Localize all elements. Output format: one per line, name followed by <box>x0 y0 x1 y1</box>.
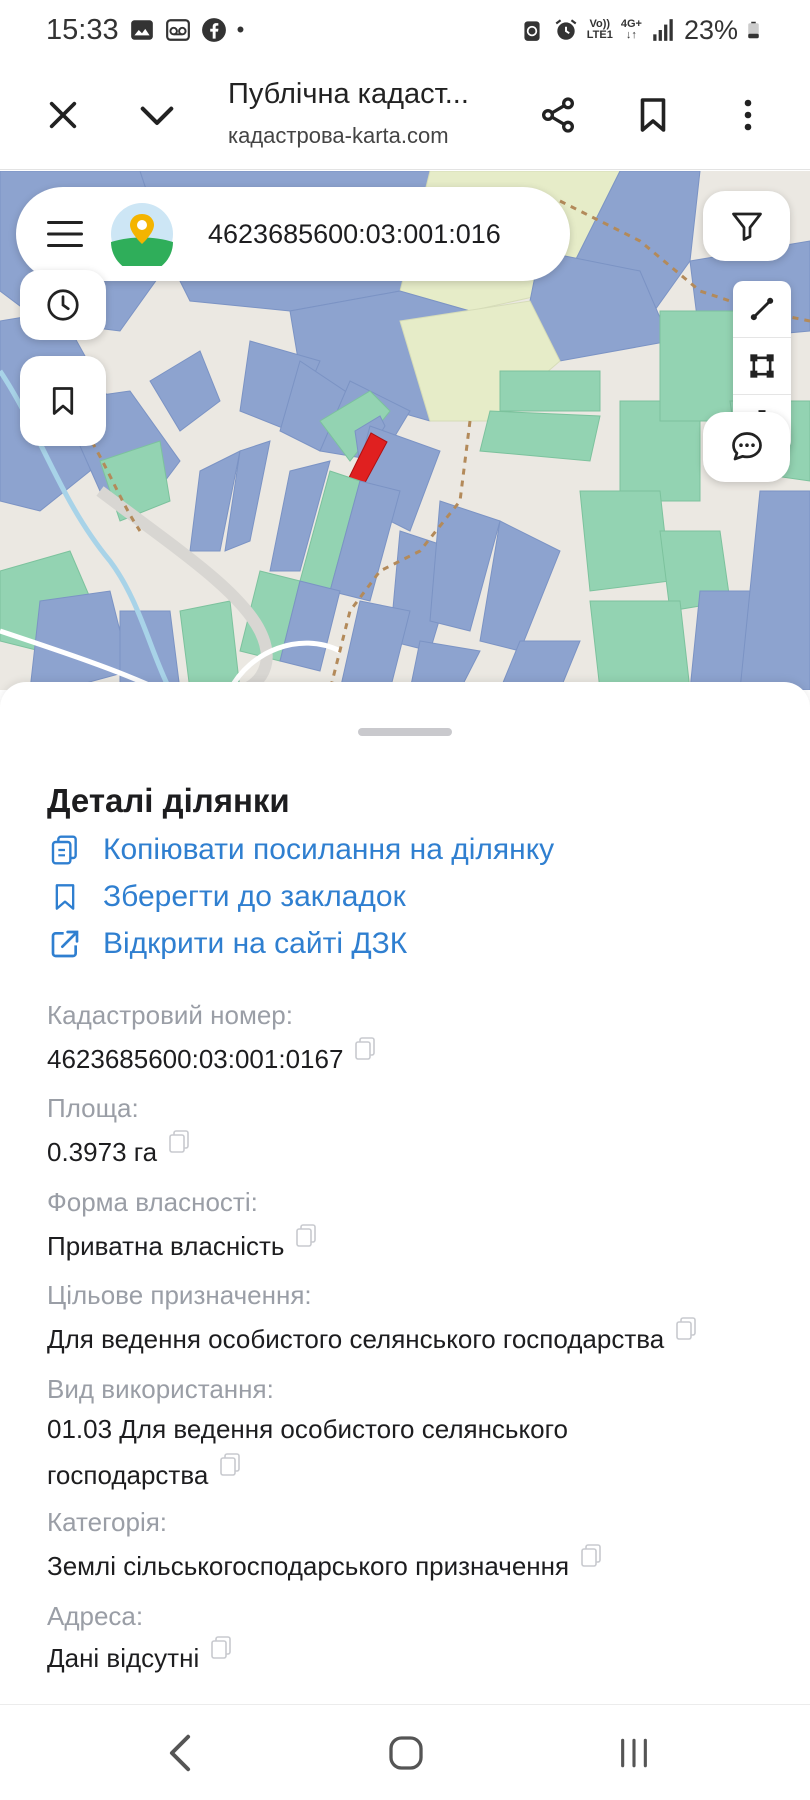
status-bar: 15:33 • Vo)) LTE1 4G+ ↓↑ 23% <box>0 0 810 60</box>
battery-saver-icon <box>524 21 540 41</box>
map-search-bar <box>16 187 570 281</box>
menu-icon <box>47 221 83 247</box>
filter-button[interactable] <box>703 191 790 261</box>
copy-icon[interactable] <box>218 1452 242 1478</box>
copy-link-icon <box>51 835 77 865</box>
page-title: Публічна кадаст... <box>228 78 469 110</box>
history-button[interactable] <box>20 270 106 340</box>
nav-recents-button[interactable] <box>594 1723 674 1783</box>
open-dzk-label: Відкрити на сайті ДЗК <box>103 927 408 960</box>
feedback-button[interactable] <box>703 412 790 482</box>
parcel-details-sheet: Деталі ділянки Копіювати посилання на ді… <box>0 682 810 1704</box>
chat-icon <box>731 432 762 461</box>
cadastral-number-value: 4623685600:03:001:0167 <box>47 1036 767 1082</box>
cadastral-search-input[interactable] <box>208 218 528 250</box>
polygon-tool-icon <box>750 354 774 378</box>
close-icon <box>49 101 77 129</box>
open-dzk-link[interactable]: Відкрити на сайті ДЗК <box>47 926 407 962</box>
map-logo-icon <box>111 203 173 266</box>
copy-icon[interactable] <box>167 1129 191 1155</box>
map-menu-button[interactable] <box>30 187 100 281</box>
battery-percent: 23% <box>683 14 738 45</box>
category-value: Землі сільськогосподарського призначення <box>47 1543 767 1589</box>
bookmark-page-button[interactable] <box>623 85 683 145</box>
ownership-value: Приватна власність <box>47 1223 767 1269</box>
ownership-label: Форма власності: <box>47 1187 258 1217</box>
filter-icon <box>731 212 762 241</box>
battery-icon <box>748 21 759 39</box>
usage-type-label: Вид використання: <box>47 1374 274 1404</box>
sheet-drag-handle[interactable] <box>358 728 452 736</box>
page-url: кадастрова-karta.com <box>228 123 449 148</box>
more-options-button[interactable] <box>718 85 778 145</box>
copy-link-button[interactable]: Копіювати посилання на ділянку <box>47 832 554 868</box>
minimize-button[interactable] <box>127 85 187 145</box>
facebook-icon <box>201 18 226 42</box>
nav-back-button[interactable] <box>140 1723 220 1783</box>
signal-icon <box>653 19 673 41</box>
cadastral-map[interactable] <box>0 171 810 690</box>
purpose-value: Для ведення особистого селянського госпо… <box>47 1316 767 1362</box>
copy-icon[interactable] <box>674 1316 698 1342</box>
area-label: Площа: <box>47 1093 139 1123</box>
sheet-title: Деталі ділянки <box>47 782 290 819</box>
chevron-down-icon <box>140 106 174 125</box>
copy-icon[interactable] <box>353 1036 377 1062</box>
purpose-label: Цільове призначення: <box>47 1280 312 1310</box>
share-button[interactable] <box>528 85 588 145</box>
more-vert-icon <box>744 99 752 131</box>
line-tool-button[interactable] <box>733 281 791 338</box>
page-title-area[interactable]: Публічна кадаст... кадастрова-karta.com <box>228 78 498 149</box>
cadastral-number-label: Кадастровий номер: <box>47 1000 293 1030</box>
bookmark-icon <box>52 387 74 415</box>
nav-recents-icon <box>621 1738 647 1768</box>
copy-icon[interactable] <box>579 1543 603 1569</box>
network-indicator: 4G+ ↓↑ <box>620 18 642 41</box>
copy-link-label: Копіювати посилання на ділянку <box>103 833 555 866</box>
browser-toolbar: Публічна кадаст... кадастрова-karta.com <box>0 60 810 170</box>
copy-icon[interactable] <box>209 1635 233 1661</box>
history-icon <box>47 289 79 321</box>
bookmark-icon <box>640 98 666 132</box>
usage-type-value: 01.03 Для ведення особистого селянського… <box>47 1414 568 1490</box>
bookmarks-button[interactable] <box>20 356 106 446</box>
save-bookmark-button[interactable]: Зберегти до закладок <box>47 879 406 915</box>
area-value: 0.3973 га <box>47 1129 767 1175</box>
nav-home-icon <box>389 1736 423 1770</box>
voicemail-icon <box>165 19 190 41</box>
image-icon <box>130 20 153 40</box>
bookmark-icon <box>55 884 75 910</box>
copy-icon[interactable] <box>294 1223 318 1249</box>
line-tool-icon <box>750 297 774 321</box>
alarm-icon <box>555 19 577 40</box>
system-nav-bar <box>0 1704 810 1800</box>
category-label: Категорія: <box>47 1507 168 1537</box>
volte-indicator: Vo)) LTE1 <box>586 18 613 41</box>
close-button[interactable] <box>33 85 93 145</box>
address-label: Адреса: <box>47 1601 144 1631</box>
save-bookmark-label: Зберегти до закладок <box>103 880 406 913</box>
nav-back-icon <box>169 1734 191 1772</box>
external-link-icon <box>51 930 79 958</box>
nav-home-button[interactable] <box>366 1723 446 1783</box>
status-dot: • <box>236 17 245 42</box>
address-value: Дані відсутні <box>47 1635 767 1681</box>
status-time: 15:33 <box>46 13 119 46</box>
share-icon <box>542 97 574 133</box>
polygon-tool-button[interactable] <box>733 338 791 395</box>
